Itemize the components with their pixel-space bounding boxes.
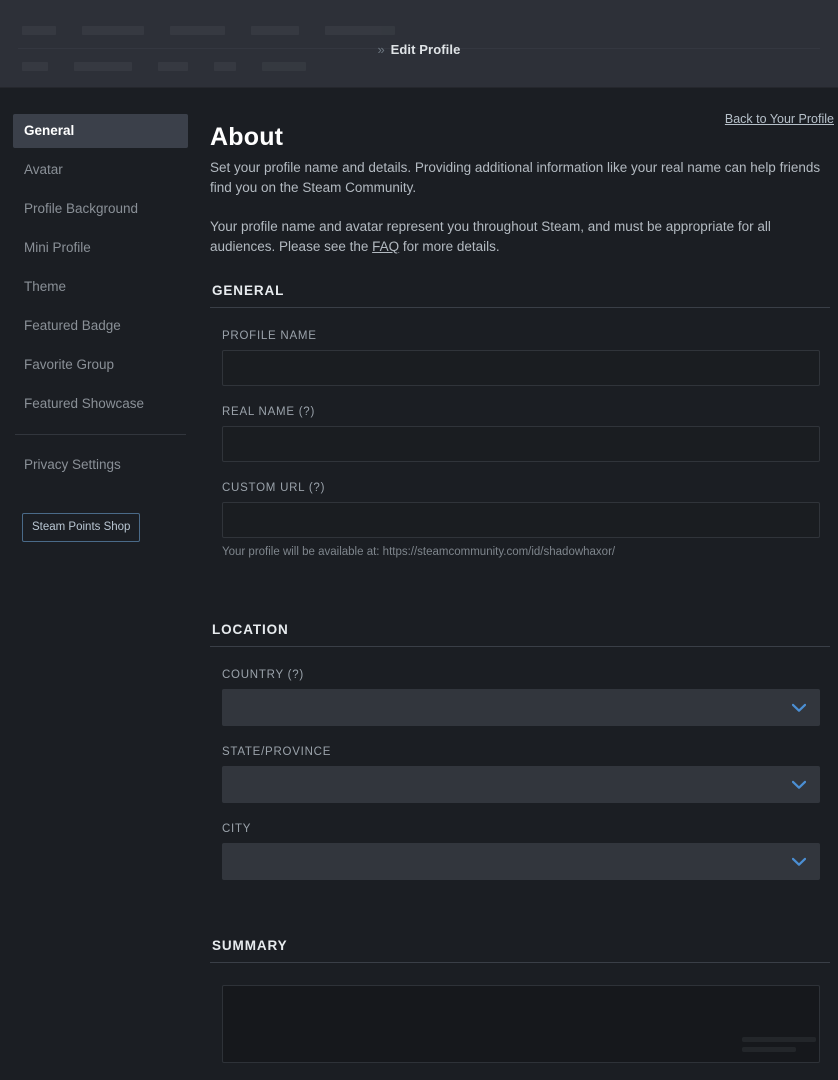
real-name-input[interactable] [222,426,820,462]
field-country: COUNTRY (?) [222,669,838,726]
ghost-chip [251,26,299,35]
page-body: General Avatar Profile Background Mini P… [0,88,838,1080]
city-select-wrap [222,843,820,880]
site-header: » Edit Profile [0,0,838,88]
ghost-chip [22,62,48,71]
breadcrumb-separator: » [377,42,385,57]
sidebar-divider [15,434,186,435]
ghost-chip [22,26,56,35]
header-ghost-nav-top [22,26,816,35]
custom-url-input[interactable] [222,502,820,538]
state-province-label: STATE/PROVINCE [222,746,332,758]
general-fields: PROFILE NAME REAL NAME (?) CUSTOM URL (?… [210,308,838,560]
country-select-wrap [222,689,820,726]
points-shop-container: Steam Points Shop [13,513,188,542]
about-paragraph-2: Your profile name and avatar represent y… [210,217,825,257]
section-heading-location: LOCATION [210,622,830,647]
city-label: CITY [222,823,252,835]
back-to-profile-link[interactable]: Back to Your Profile [725,112,834,126]
main-content: Back to Your Profile About Set your prof… [200,88,838,1063]
ghost-chip [158,62,188,71]
summary-textarea[interactable] [222,985,820,1063]
sidebar-item-mini-profile[interactable]: Mini Profile [13,231,188,265]
faq-link[interactable]: FAQ [372,239,399,254]
field-city: CITY [222,823,838,880]
sidebar-item-privacy-settings[interactable]: Privacy Settings [13,448,188,482]
real-name-label: REAL NAME (?) [222,406,316,418]
about-paragraph-1: Set your profile name and details. Provi… [210,160,821,195]
field-custom-url: CUSTOM URL (?) Your profile will be avai… [222,482,838,560]
location-fields: COUNTRY (?) STATE/PROVINCE CITY [210,647,838,880]
ghost-chip [170,26,225,35]
ghost-chip [214,62,236,71]
field-profile-name: PROFILE NAME [222,330,838,386]
sidebar-item-avatar[interactable]: Avatar [13,153,188,187]
breadcrumb: » Edit Profile [0,41,838,58]
sidebar-item-theme[interactable]: Theme [13,270,188,304]
ghost-chip [74,62,132,71]
ghost-chip [742,1037,816,1042]
breadcrumb-current: Edit Profile [390,42,461,57]
state-province-select[interactable] [222,766,820,803]
profile-name-label: PROFILE NAME [222,330,317,342]
ghost-chip [262,62,306,71]
custom-url-hint: Your profile will be available at: https… [222,546,616,558]
header-ghost-nav-bottom [22,62,816,71]
sidebar-item-featured-badge[interactable]: Featured Badge [13,309,188,343]
ghost-chip [325,26,395,35]
city-select[interactable] [222,843,820,880]
country-select[interactable] [222,689,820,726]
profile-name-input[interactable] [222,350,820,386]
ghost-chip [82,26,144,35]
sidebar-item-profile-background[interactable]: Profile Background [13,192,188,226]
about-paragraph-2-after: for more details. [399,239,500,254]
bottom-ghost-element [742,1037,816,1057]
sidebar: General Avatar Profile Background Mini P… [0,88,200,542]
field-real-name: REAL NAME (?) [222,406,838,462]
section-heading-summary: SUMMARY [210,938,830,963]
state-select-wrap [222,766,820,803]
sidebar-item-general[interactable]: General [13,114,188,148]
section-heading-general: GENERAL [210,283,830,308]
custom-url-label: CUSTOM URL (?) [222,482,326,494]
field-state-province: STATE/PROVINCE [222,746,838,803]
sidebar-item-featured-showcase[interactable]: Featured Showcase [13,387,188,421]
ghost-chip [742,1047,796,1052]
country-label: COUNTRY (?) [222,669,304,681]
back-link-row: Back to Your Profile [210,88,838,126]
steam-points-shop-button[interactable]: Steam Points Shop [22,513,141,542]
sidebar-item-favorite-group[interactable]: Favorite Group [13,348,188,382]
